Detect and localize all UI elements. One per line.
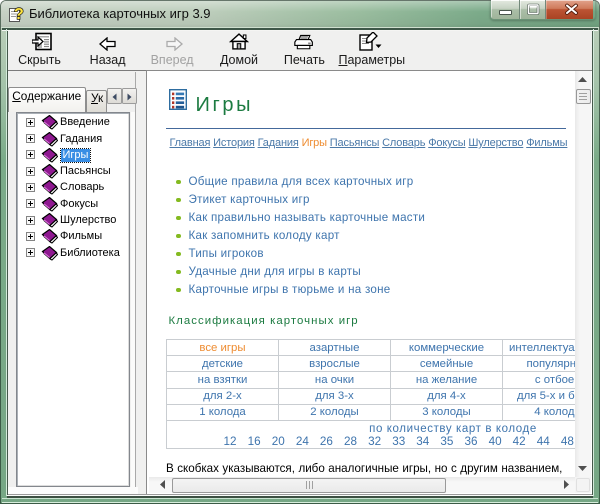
svg-text:?: ? <box>14 6 24 23</box>
